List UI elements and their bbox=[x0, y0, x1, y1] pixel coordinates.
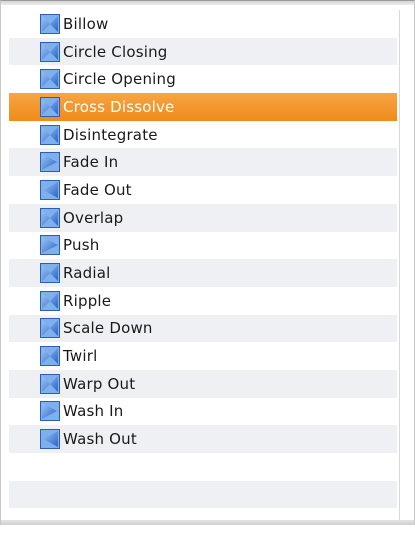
transition-item[interactable]: Wash Out bbox=[9, 425, 397, 453]
wash-out-icon bbox=[40, 429, 60, 450]
transition-icon bbox=[40, 13, 60, 34]
transition-label: Billow bbox=[63, 14, 109, 33]
transitions-list-panel: Billow Circle Closing Circle Opening Cross … bbox=[0, 0, 415, 525]
transition-icon bbox=[40, 207, 60, 228]
push-icon bbox=[40, 235, 60, 256]
transition-label: Circle Closing bbox=[63, 42, 168, 61]
transition-item[interactable]: Billow bbox=[9, 10, 397, 38]
panel-top-border bbox=[1, 1, 414, 5]
wash-in-icon bbox=[40, 401, 60, 422]
transition-icon bbox=[40, 124, 60, 145]
transition-item[interactable]: Push bbox=[9, 232, 397, 260]
transition-label: Fade Out bbox=[63, 180, 132, 199]
transition-label: Wash In bbox=[63, 402, 124, 421]
transition-item[interactable]: Radial bbox=[9, 259, 397, 287]
transition-icon bbox=[40, 41, 60, 62]
transition-item[interactable]: Scale Down bbox=[9, 314, 397, 343]
transition-label: Radial bbox=[63, 264, 111, 283]
transition-item[interactable]: Warp Out bbox=[9, 369, 397, 398]
transition-label: Fade In bbox=[63, 153, 119, 172]
transition-item[interactable]: Disintegrate bbox=[9, 121, 397, 149]
transition-item[interactable]: Ripple bbox=[9, 287, 397, 315]
transition-item[interactable]: Twirl bbox=[9, 342, 397, 370]
transition-icon bbox=[40, 346, 60, 367]
empty-row bbox=[9, 480, 397, 509]
transition-item[interactable]: Fade Out bbox=[9, 176, 397, 204]
transition-item-selected[interactable]: Cross Dissolve bbox=[9, 93, 397, 121]
transition-label: Twirl bbox=[63, 347, 98, 366]
transition-label: Circle Opening bbox=[63, 70, 176, 89]
transition-label: Push bbox=[63, 236, 100, 255]
transition-label: Cross Dissolve bbox=[63, 97, 175, 116]
transition-icon bbox=[40, 318, 60, 339]
empty-row bbox=[9, 453, 397, 481]
transition-label: Overlap bbox=[63, 208, 124, 227]
transition-label: Scale Down bbox=[63, 319, 153, 338]
transition-label: Ripple bbox=[63, 291, 112, 310]
transition-icon bbox=[40, 373, 60, 394]
transition-label: Disintegrate bbox=[63, 125, 158, 144]
transition-icon bbox=[40, 290, 60, 311]
fade-out-icon bbox=[40, 179, 60, 200]
transition-icon bbox=[40, 69, 60, 90]
transition-label: Warp Out bbox=[63, 374, 136, 393]
transition-icon bbox=[40, 96, 60, 117]
transition-item[interactable]: Overlap bbox=[9, 203, 397, 232]
fade-in-icon bbox=[40, 152, 60, 173]
transition-icon bbox=[40, 263, 60, 284]
panel-bottom-border bbox=[1, 520, 414, 525]
transition-label: Wash Out bbox=[63, 430, 137, 449]
transition-item[interactable]: Wash In bbox=[9, 398, 397, 426]
transition-item[interactable]: Circle Closing bbox=[9, 37, 397, 66]
transition-item[interactable]: Circle Opening bbox=[9, 65, 397, 93]
transition-item[interactable]: Fade In bbox=[9, 148, 397, 177]
scrollbar-track-edge bbox=[399, 10, 400, 525]
transitions-list[interactable]: Billow Circle Closing Circle Opening Cross … bbox=[9, 10, 397, 536]
